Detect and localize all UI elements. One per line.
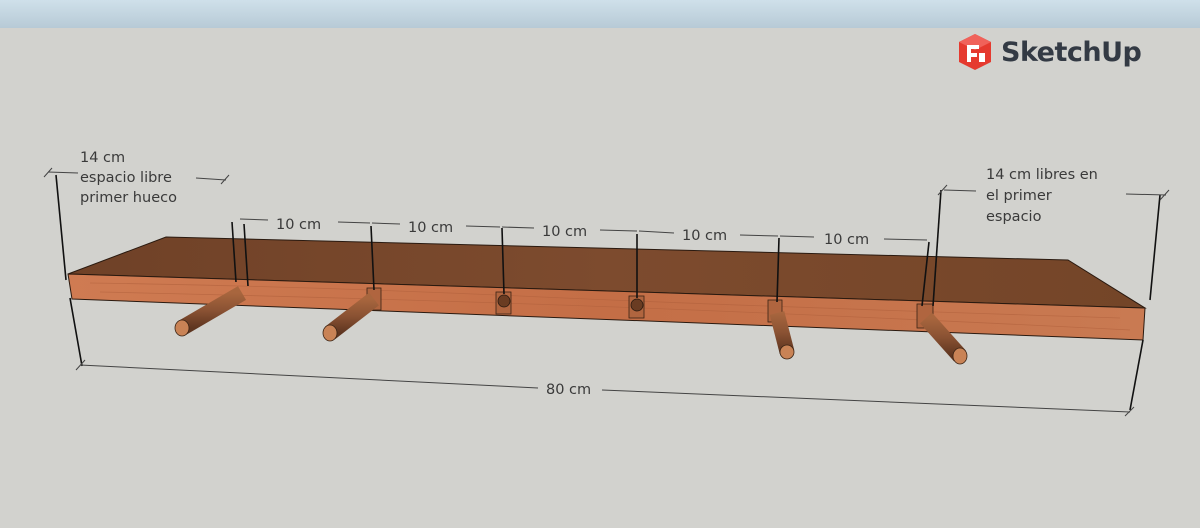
left-note-line-1: 14 cm (80, 150, 125, 166)
right-note-line-3: espacio (986, 209, 1042, 225)
shelf-diagram: 14 cm espacio libre primer hueco 14 cm l… (43, 150, 1170, 417)
left-note-line-2: espacio libre (80, 170, 172, 186)
total-length-label: 80 cm (546, 382, 591, 398)
right-note-line-1: 14 cm libres en (986, 167, 1098, 183)
spacing-label-1: 10 cm (276, 217, 321, 233)
right-note-line-2: el primer (986, 188, 1052, 204)
spacing-label-4: 10 cm (682, 228, 727, 244)
spacing-label-5: 10 cm (824, 232, 869, 248)
left-note-line-3: primer hueco (80, 190, 177, 206)
spacing-label-3: 10 cm (542, 224, 587, 240)
spacing-label-2: 10 cm (408, 220, 453, 236)
